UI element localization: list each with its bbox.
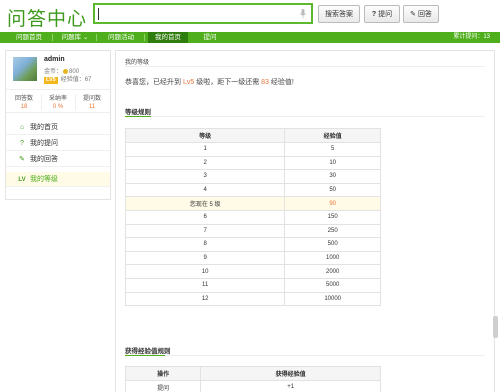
column-header: 获得经验值	[200, 366, 381, 381]
column-header: 等级	[124, 128, 286, 143]
column-header: 经验值	[284, 128, 381, 143]
stat-accept-rate: 采纳率 0 %	[48, 96, 67, 110]
nav-item-ask[interactable]: 提问	[198, 32, 222, 43]
exp-row: LV5 经验值：67	[44, 77, 92, 84]
total-questions: 累计提问：13	[453, 34, 490, 40]
column-header: 操作	[124, 366, 202, 381]
table-row: 提问 +1	[124, 380, 381, 392]
ask-button-label: 提问	[378, 11, 393, 18]
answer-button-label: 回答	[417, 11, 432, 18]
table-row: 6 150	[124, 209, 381, 225]
user-sidebar: admin 金币： 800 LV5 经验值：67 回答数 18 采纳率 0 % 提问数 1…	[5, 50, 111, 200]
level-rules-title: 等级规则	[125, 109, 151, 116]
username[interactable]: admin	[44, 56, 65, 63]
level-table: 等级 经验值 15 2 10 3 30 4 50 您现在 5 级 90 6 150 7 25…	[124, 128, 381, 307]
search-button[interactable]: 搜索答案	[318, 5, 360, 23]
nav-item-library[interactable]: 问题库 ⌄	[58, 32, 92, 43]
stat-answers: 回答数 18	[14, 96, 33, 110]
pencil-icon: ✎	[410, 11, 416, 18]
section-underline	[125, 116, 151, 117]
sidebar-item-my-questions[interactable]: ? 我的提问	[6, 136, 110, 151]
scrollbar-thumb[interactable]	[493, 316, 498, 338]
avatar[interactable]	[13, 57, 37, 81]
exp-rules-title: 获得经验值规则	[125, 348, 171, 355]
divider	[125, 116, 485, 117]
ask-button[interactable]: ? 提问	[364, 5, 400, 23]
search-input[interactable]	[95, 5, 295, 22]
nav-divider	[96, 34, 97, 41]
site-logo[interactable]: 问答中心	[7, 4, 87, 31]
divider	[125, 355, 485, 356]
nav-item-my-home[interactable]: 我的首页	[148, 32, 188, 43]
microphone-icon[interactable]	[300, 9, 306, 19]
search-button-label: 搜索答案	[325, 11, 353, 18]
text-cursor	[98, 8, 99, 20]
chevron-down-icon: ⌄	[82, 34, 89, 41]
sidebar-item-my-answers[interactable]: ✎ 我的回答	[6, 152, 110, 167]
main-nav: 问题首页 问题库 ⌄ 问题活动 我的首页 提问 累计提问：13	[0, 32, 500, 43]
nav-item-activity[interactable]: 问题活动	[102, 32, 140, 43]
exp-table: 操作 获得经验值 提问 +1	[124, 366, 381, 392]
breadcrumb: 我的等级	[125, 60, 150, 66]
question-icon: ?	[371, 10, 377, 18]
sidebar-item-my-home[interactable]: ⌂ 我的首页	[6, 120, 110, 135]
table-row: 2 10	[124, 155, 381, 171]
table-row: 15	[124, 142, 381, 157]
answer-button[interactable]: ✎ 回答	[403, 5, 439, 23]
sidebar-item-my-level[interactable]: LV 我的等级	[6, 172, 110, 187]
current-level-row: 您现在 5 级 90	[124, 196, 381, 211]
table-header-row: 操作 获得经验值	[124, 366, 381, 381]
table-row: 9 1000	[124, 250, 381, 266]
table-row: 10 2000	[124, 264, 381, 279]
home-icon: ⌂	[19, 124, 25, 131]
table-row: 12 10000	[124, 291, 381, 307]
table-row: 3 30	[124, 169, 381, 184]
main-content: 我的等级 恭喜您，已经升到 Lv5 级啦，距下一级还需 83 经验值! 等级规则…	[115, 50, 495, 392]
section-underline	[125, 355, 165, 356]
table-row: 4 50	[124, 182, 381, 198]
search-box[interactable]	[93, 3, 313, 24]
user-stats: 回答数 18 采纳率 0 % 提问数 11	[6, 89, 110, 113]
level-congrats: 恭喜您，已经升到 Lv5 级啦，距下一级还需 83 经验值!	[125, 79, 294, 86]
stat-questions: 提问数 11	[82, 96, 101, 110]
nav-divider	[52, 34, 53, 41]
user-answer-icon: ✎	[19, 156, 25, 163]
table-header-row: 等级 经验值	[124, 128, 381, 143]
nav-divider	[144, 34, 145, 41]
level-icon: LV	[18, 177, 26, 183]
table-row: 8 500	[124, 237, 381, 252]
table-row: 11 5000	[124, 277, 381, 293]
question-icon: ?	[20, 140, 24, 147]
nav-item-home[interactable]: 问题首页	[10, 32, 48, 43]
table-row: 7 250	[124, 223, 381, 239]
divider	[125, 66, 485, 67]
level-badge: LV5	[44, 77, 58, 84]
